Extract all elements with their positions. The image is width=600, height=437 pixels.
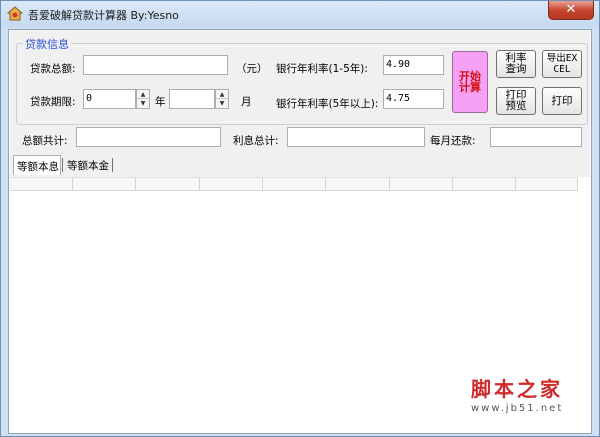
rate-short-input[interactable]: 4.90 bbox=[383, 55, 444, 75]
window-title: 吾爱破解贷款计算器 By:Yesno bbox=[28, 9, 179, 22]
watermark-main-text: 脚本之家 bbox=[471, 377, 563, 401]
start-calculate-label: 开始计算 bbox=[459, 70, 481, 94]
input-panel: 贷款信息 贷款总额: （元） 贷款期限: 0 ▲ ▼ 年 ▲ ▼ 月 银行年利率… bbox=[10, 30, 590, 177]
rate-query-label: 利率查询 bbox=[505, 52, 527, 75]
tab-label: 等额本息 bbox=[17, 161, 59, 173]
grid-header-cell[interactable] bbox=[390, 178, 453, 191]
app-window: 吾爱破解贷款计算器 By:Yesno ✕ 贷款信息 贷款总额: （元） 贷款期限… bbox=[0, 0, 600, 437]
summary-total-label: 总额共计: bbox=[22, 135, 68, 147]
rate-long-label: 银行年利率(5年以上): bbox=[276, 98, 379, 110]
years-unit-label: 年 bbox=[155, 96, 166, 108]
monthly-payment-label: 每月还款: bbox=[430, 135, 476, 147]
app-logo-icon bbox=[6, 6, 24, 21]
print-preview-button[interactable]: 打印预览 bbox=[496, 87, 536, 115]
months-unit-label: 月 bbox=[241, 96, 252, 108]
years-input[interactable]: 0 bbox=[83, 89, 136, 109]
grid-header-cell[interactable] bbox=[263, 178, 326, 191]
loan-total-input[interactable] bbox=[83, 55, 228, 75]
grid-header-cell[interactable] bbox=[200, 178, 263, 191]
interest-total-input[interactable] bbox=[287, 127, 425, 147]
months-input[interactable] bbox=[169, 89, 215, 109]
rate-short-label: 银行年利率(1-5年): bbox=[276, 63, 368, 75]
grid-header-cell[interactable] bbox=[516, 178, 578, 191]
export-excel-button[interactable]: 导出EXCEL bbox=[542, 50, 582, 78]
tab-divider bbox=[112, 158, 113, 172]
loan-term-label: 贷款期限: bbox=[30, 96, 76, 108]
months-spinner[interactable]: ▲ ▼ bbox=[215, 89, 229, 109]
close-icon: ✕ bbox=[565, 2, 577, 17]
grid-header-cell[interactable] bbox=[326, 178, 390, 191]
loan-total-label: 贷款总额: bbox=[30, 63, 76, 75]
tab-label: 等额本金 bbox=[67, 160, 109, 172]
grid-header-cell[interactable] bbox=[10, 178, 73, 191]
rate-query-button[interactable]: 利率查询 bbox=[496, 50, 536, 78]
spin-down-icon[interactable]: ▼ bbox=[216, 99, 228, 108]
interest-total-label: 利息总计: bbox=[233, 135, 279, 147]
watermark-url-text: www.jb51.net bbox=[471, 403, 564, 414]
rate-long-input[interactable]: 4.75 bbox=[383, 89, 444, 109]
monthly-payment-input[interactable] bbox=[490, 127, 582, 147]
loan-info-group-label: 贷款信息 bbox=[23, 36, 71, 52]
grid-header-cell[interactable] bbox=[136, 178, 200, 191]
grid-header-row bbox=[10, 177, 578, 191]
loan-unit-label: （元） bbox=[236, 63, 268, 75]
spin-up-icon[interactable]: ▲ bbox=[137, 90, 149, 99]
start-calculate-button[interactable]: 开始计算 bbox=[452, 51, 488, 113]
site-watermark: 脚本之家 www.jb51.net bbox=[471, 373, 563, 414]
summary-total-input[interactable] bbox=[76, 127, 221, 147]
grid-header-cell[interactable] bbox=[73, 178, 136, 191]
spin-up-icon[interactable]: ▲ bbox=[216, 90, 228, 99]
tab-divider bbox=[62, 158, 63, 172]
title-bar[interactable]: 吾爱破解贷款计算器 By:Yesno ✕ bbox=[1, 1, 599, 27]
years-spinner[interactable]: ▲ ▼ bbox=[136, 89, 150, 109]
tab-equal-principal[interactable]: 等额本金 bbox=[64, 155, 114, 175]
tab-equal-installment[interactable]: 等额本息 bbox=[13, 155, 61, 175]
close-button[interactable]: ✕ bbox=[548, 1, 594, 20]
grid-header-cell[interactable] bbox=[453, 178, 516, 191]
print-label: 打印 bbox=[551, 94, 573, 107]
print-button[interactable]: 打印 bbox=[542, 87, 582, 115]
export-excel-label: 导出EXCEL bbox=[546, 53, 578, 75]
spin-down-icon[interactable]: ▼ bbox=[137, 99, 149, 108]
print-preview-label: 打印预览 bbox=[505, 89, 527, 112]
